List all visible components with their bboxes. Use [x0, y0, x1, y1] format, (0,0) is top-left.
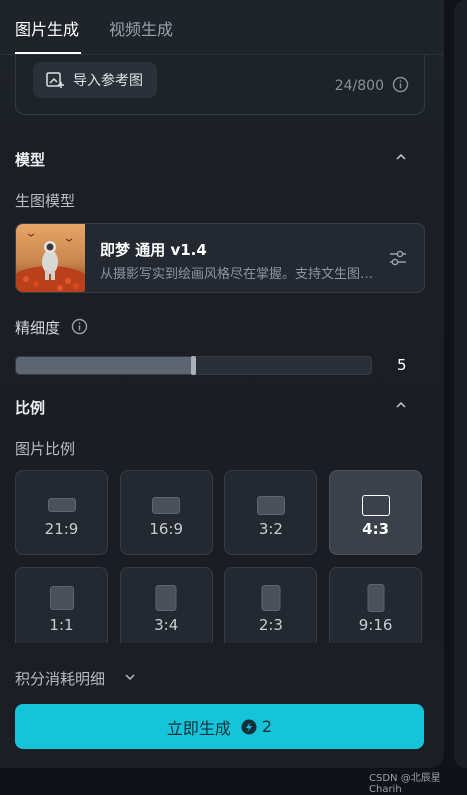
ratio-option-label: 3:2 — [258, 520, 283, 538]
tab-image-generation[interactable]: 图片生成 — [15, 16, 79, 40]
ratio-shape-icon — [152, 496, 181, 514]
ratio-shape-icon — [49, 586, 74, 610]
ratio-shape-icon — [155, 585, 177, 611]
ratio-shape-icon — [47, 498, 76, 512]
ratio-option-3-4[interactable]: 3:4 — [119, 567, 213, 645]
chevron-up-icon[interactable] — [396, 152, 406, 162]
ratio-option-9-16[interactable]: 9:16 — [329, 567, 423, 645]
ratio-option-label: 21:9 — [44, 520, 79, 538]
ratio-option-label: 4:3 — [362, 520, 390, 538]
active-tab-indicator — [15, 52, 81, 54]
detail-slider-handle[interactable] — [190, 356, 196, 375]
detail-value: 5 — [397, 356, 407, 374]
import-reference-label: 导入参考图 — [73, 73, 143, 89]
model-settings-icon[interactable] — [388, 248, 408, 268]
detail-slider[interactable] — [15, 356, 372, 375]
ratio-option-label: 9:16 — [358, 616, 393, 634]
detail-label: 精细度 — [15, 319, 61, 337]
generate-label: 立即生成 — [166, 718, 231, 738]
ratio-shape-icon — [261, 585, 281, 611]
footer: 积分消耗明细 立即生成 2 — [0, 643, 444, 768]
adjacent-panel-edge — [454, 0, 467, 768]
points-detail-label[interactable]: 积分消耗明细 — [15, 668, 105, 689]
model-section-title: 模型 — [15, 151, 46, 169]
ratio-option-label: 3:4 — [154, 616, 179, 634]
ratio-option-2-3[interactable]: 2:3 — [224, 567, 318, 645]
info-icon[interactable] — [392, 76, 409, 93]
ratio-option-4-3[interactable]: 4:3 — [329, 470, 423, 555]
points-icon — [241, 719, 257, 734]
detail-info-icon[interactable] — [71, 318, 88, 335]
ratio-option-1-1[interactable]: 1:1 — [15, 567, 108, 645]
model-name: 即梦 通用 v1.4 — [100, 241, 207, 259]
ratio-option-label: 16:9 — [149, 520, 184, 538]
watermark: CSDN @北辰星Charih — [369, 773, 441, 795]
model-sub-label: 生图模型 — [15, 192, 76, 210]
ratio-shape-icon — [256, 495, 285, 515]
chevron-up-icon[interactable] — [396, 400, 406, 410]
tab-video-generation[interactable]: 视频生成 — [109, 16, 173, 40]
ratio-shape-icon — [367, 584, 385, 612]
ratio-option-3-2[interactable]: 3:2 — [224, 470, 318, 555]
image-import-icon — [46, 72, 64, 88]
ratio-sub-label: 图片比例 — [15, 440, 76, 458]
chevron-down-icon[interactable] — [124, 671, 136, 683]
generate-cost: 2 — [261, 717, 273, 736]
generation-panel: 导入参考图 24/800 图片生成 视频生成 模型 生图模型 即梦 通用 v1.… — [0, 0, 444, 768]
model-description: 从摄影写实到绘画风格尽在掌握。支持文生图和图生图 — [100, 267, 375, 282]
generate-button[interactable]: 立即生成 2 — [15, 704, 424, 749]
ratio-option-16-9[interactable]: 16:9 — [119, 470, 213, 555]
ratio-grid: 21:9 16:9 3:2 4:3 1:1 3:4 2:3 9:16 — [15, 470, 424, 645]
detail-slider-fill — [16, 357, 193, 374]
ratio-option-label: 2:3 — [258, 616, 283, 634]
ratio-option-label: 1:1 — [49, 616, 74, 634]
import-reference-button[interactable]: 导入参考图 — [33, 62, 157, 98]
model-card[interactable]: 即梦 通用 v1.4 从摄影写实到绘画风格尽在掌握。支持文生图和图生图 — [15, 223, 425, 293]
tab-bar: 图片生成 视频生成 — [0, 0, 444, 55]
ratio-shape-icon — [361, 494, 390, 516]
character-counter: 24/800 — [334, 78, 384, 94]
ratio-option-21-9[interactable]: 21:9 — [15, 470, 108, 555]
model-thumbnail — [16, 224, 85, 292]
ratio-section-title: 比例 — [15, 399, 46, 417]
